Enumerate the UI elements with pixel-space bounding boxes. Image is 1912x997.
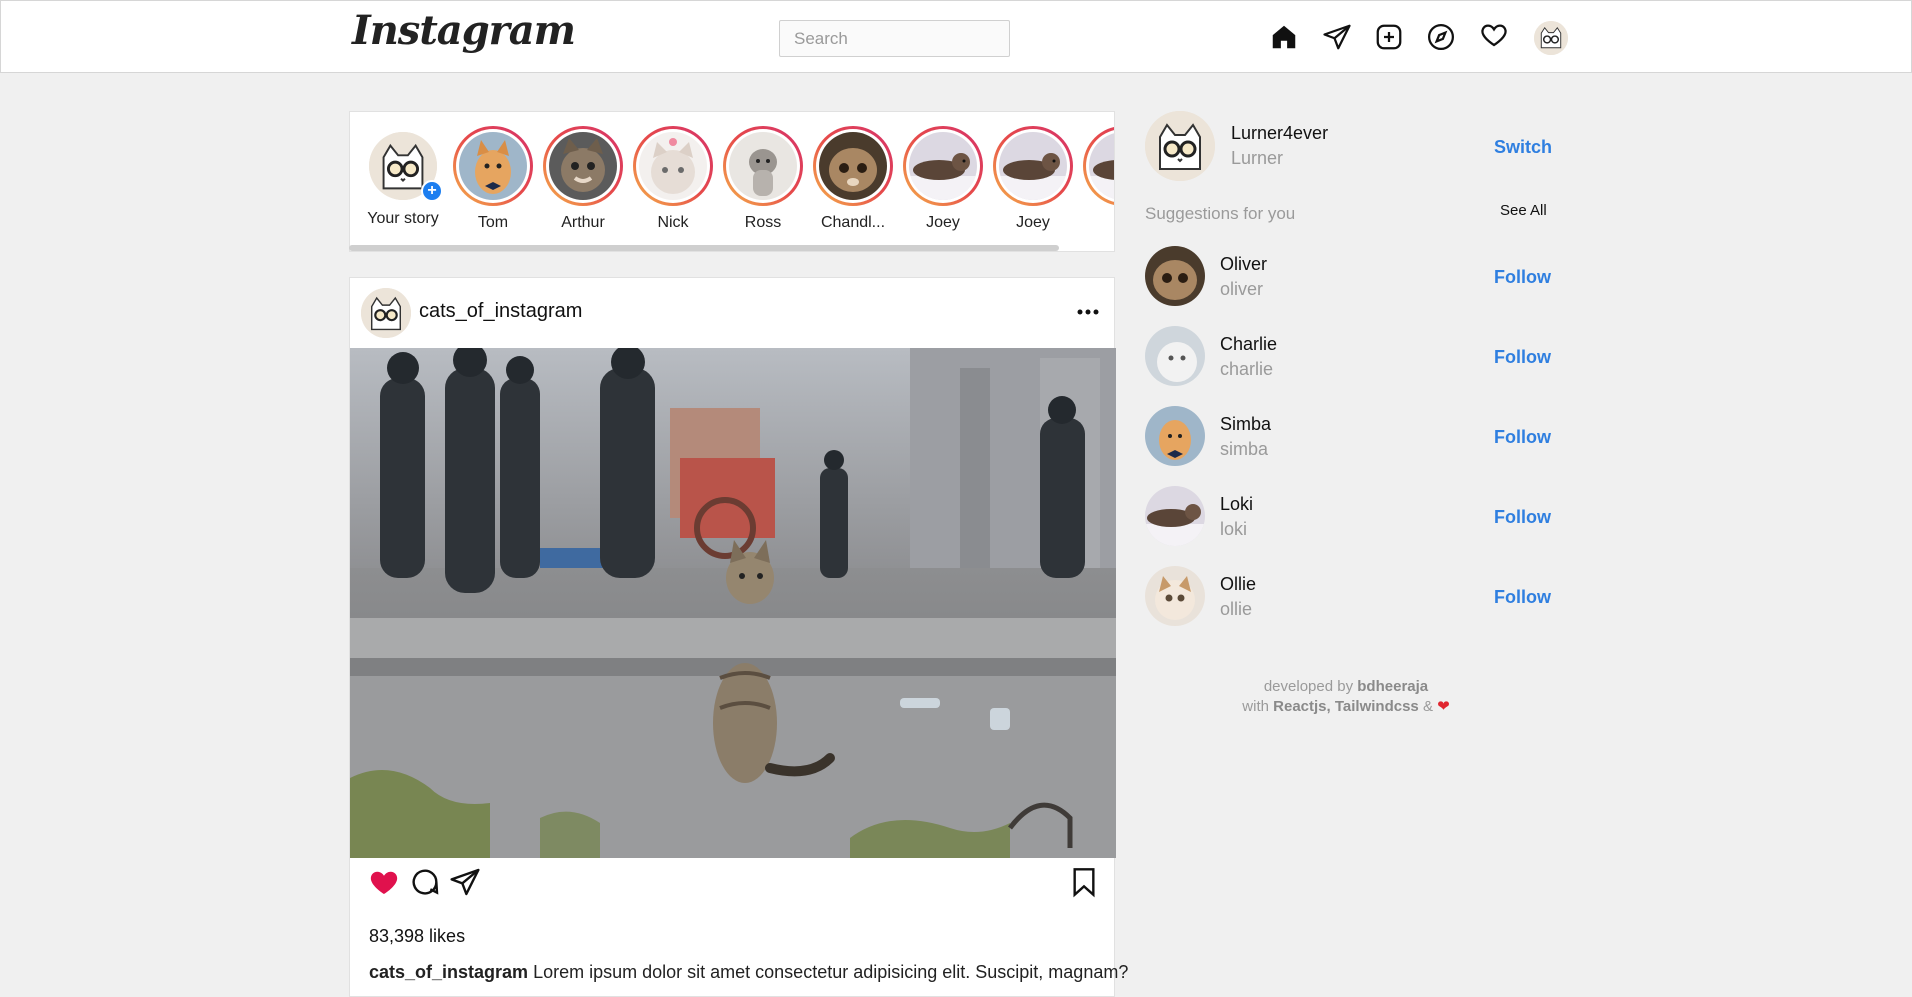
suggestion-avatar[interactable] [1145, 566, 1205, 626]
suggestion-username: oliver [1220, 279, 1264, 299]
caption-username[interactable]: cats_of_instagram [369, 962, 528, 982]
profile-avatar[interactable] [1534, 21, 1568, 55]
post-header: cats_of_instagram [350, 278, 1116, 348]
footer-ampersand: & [1422, 698, 1433, 715]
top-navbar: Instagram [0, 0, 1912, 73]
story-item[interactable]: Nick [632, 126, 714, 232]
follow-button[interactable]: Follow [1494, 587, 1551, 608]
switch-account-button[interactable]: Switch [1494, 137, 1552, 158]
compass-icon[interactable] [1425, 21, 1457, 53]
story-name: Jo [1082, 214, 1114, 232]
story-item[interactable]: Joey [992, 126, 1074, 232]
bookmark-icon[interactable] [1068, 866, 1100, 898]
story-avatar [459, 132, 527, 200]
home-icon[interactable] [1268, 21, 1300, 53]
footer-credits: developed by bdheeraja with Reactjs, Tai… [1145, 677, 1547, 717]
suggestion-name[interactable]: Oliver [1220, 254, 1267, 275]
post-caption: cats_of_instagram Lorem ipsum dolor sit … [369, 962, 1128, 983]
suggestion-name[interactable]: Charlie [1220, 334, 1277, 355]
story-avatar [909, 132, 977, 200]
comment-icon[interactable] [409, 866, 441, 898]
post-image[interactable] [350, 348, 1116, 858]
footer-author-link[interactable]: bdheeraja [1357, 678, 1428, 695]
follow-button[interactable]: Follow [1494, 427, 1551, 448]
more-options-icon[interactable] [1074, 300, 1102, 324]
add-post-icon[interactable] [1373, 21, 1405, 53]
post-username[interactable]: cats_of_instagram [419, 300, 582, 323]
story-name: Joey [1016, 214, 1050, 231]
follow-button[interactable]: Follow [1494, 507, 1551, 528]
footer-developed-by: developed by [1263, 678, 1354, 695]
suggestion-username: charlie [1220, 359, 1274, 379]
suggestion-avatar[interactable] [1145, 406, 1205, 466]
your-story-avatar: + [369, 132, 443, 202]
search-input[interactable] [779, 20, 1010, 57]
suggestions-title: Suggestions for you [1145, 204, 1296, 223]
story-avatar [1089, 132, 1114, 200]
current-user-fullname: Lurner [1231, 148, 1284, 168]
suggestion-name[interactable]: Loki [1220, 494, 1253, 515]
see-all-link[interactable]: See All [1500, 202, 1547, 219]
story-item[interactable]: Chandl... [812, 126, 894, 232]
story-avatar [639, 132, 707, 200]
story-avatar [549, 132, 617, 200]
suggestion-item: Loki loki Follow [1145, 486, 1551, 548]
heart-icon: ❤ [1437, 698, 1450, 715]
share-icon[interactable] [449, 866, 481, 898]
post-author-avatar[interactable] [361, 288, 411, 338]
stories-bar: + Your story Tom Arthur Nick Ross Chandl… [349, 111, 1115, 252]
follow-button[interactable]: Follow [1494, 267, 1551, 288]
like-heart-icon[interactable] [368, 866, 400, 898]
suggestion-username: loki [1220, 519, 1248, 539]
suggestion-avatar[interactable] [1145, 326, 1205, 386]
story-name: Chandl... [820, 214, 886, 231]
paper-plane-icon[interactable] [1321, 21, 1353, 53]
story-item[interactable]: Arthur [542, 126, 624, 232]
suggestion-item: Charlie charlie Follow [1145, 326, 1551, 388]
story-item[interactable]: Ross [722, 126, 804, 232]
story-avatar [819, 132, 887, 200]
feed-post: cats_of_instagram 83,398 likes cats_of_i… [349, 277, 1128, 997]
current-user-name[interactable]: Lurner4ever [1231, 123, 1328, 144]
story-item[interactable]: Tom [452, 126, 534, 232]
likes-count: 83,398 likes [369, 926, 466, 946]
add-story-plus-icon[interactable]: + [421, 180, 443, 202]
suggestion-name[interactable]: Ollie [1220, 574, 1256, 595]
story-name: Tom [477, 214, 509, 231]
story-avatar [999, 132, 1067, 200]
suggestion-username: ollie [1220, 599, 1253, 619]
post-actions [350, 866, 1116, 906]
suggestion-item: Oliver oliver Follow [1145, 246, 1551, 308]
suggestion-avatar[interactable] [1145, 246, 1205, 306]
story-item[interactable]: Joey [902, 126, 984, 232]
suggestion-item: Simba simba Follow [1145, 406, 1551, 468]
suggestion-item: Ollie ollie Follow [1145, 566, 1551, 628]
footer-stack: Reactjs, Tailwindcss [1273, 698, 1419, 715]
caption-text: Lorem ipsum dolor sit amet consectetur a… [528, 962, 1129, 982]
suggestion-username: simba [1220, 439, 1269, 459]
instagram-logo[interactable]: Instagram [352, 7, 576, 54]
current-user-avatar[interactable] [1145, 111, 1215, 181]
story-name: Your story [367, 210, 439, 227]
story-item[interactable]: Jo [1082, 126, 1114, 232]
story-avatar [729, 132, 797, 200]
stories-scrollbar[interactable] [349, 245, 1059, 251]
heart-icon[interactable] [1478, 19, 1510, 51]
story-name: Arthur [561, 214, 605, 231]
footer-with: with [1242, 698, 1269, 715]
suggestion-avatar[interactable] [1145, 486, 1205, 546]
story-name: Ross [744, 214, 782, 231]
suggestion-name[interactable]: Simba [1220, 414, 1271, 435]
story-your-story[interactable]: + Your story [362, 126, 444, 228]
story-name: Nick [657, 214, 689, 231]
story-name: Joey [926, 214, 960, 231]
follow-button[interactable]: Follow [1494, 347, 1551, 368]
